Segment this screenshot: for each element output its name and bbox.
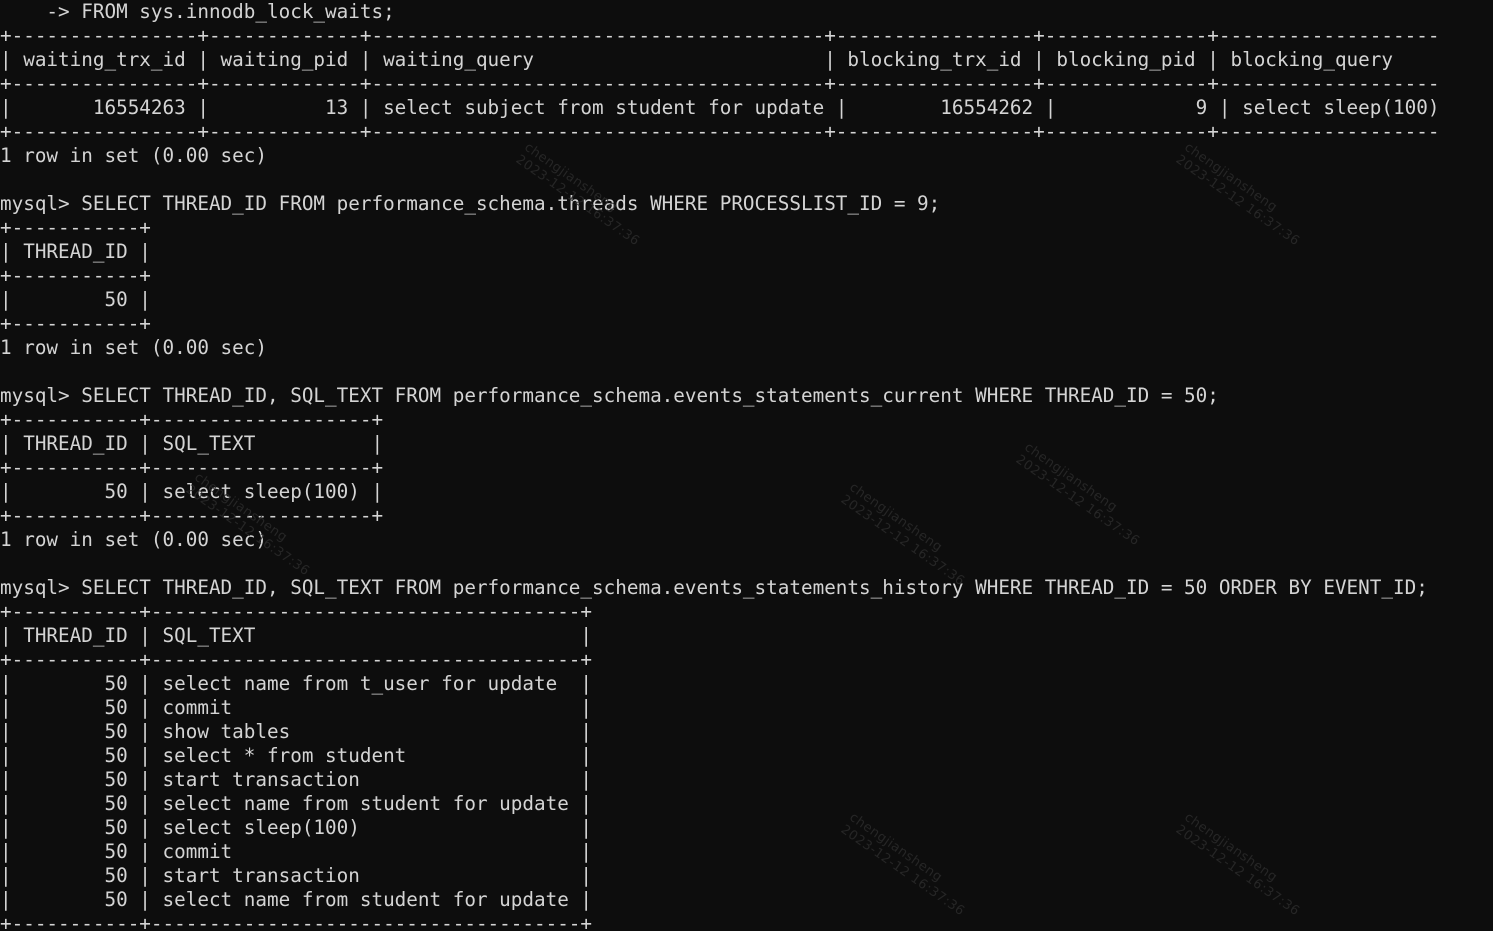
- terminal-line: +----------------+-------------+--------…: [0, 24, 1440, 47]
- terminal-line: | THREAD_ID |: [0, 240, 151, 263]
- terminal-output: -> FROM sys.innodb_lock_waits; +---------…: [0, 0, 1493, 931]
- terminal-line: | 50 | start transaction |: [0, 768, 593, 791]
- terminal-line: | 50 | commit |: [0, 840, 593, 863]
- terminal-line: 1 row in set (0.00 sec): [0, 336, 267, 359]
- terminal-line: +-----------+-------------------+: [0, 504, 384, 527]
- terminal-line: +-----------+: [0, 312, 151, 335]
- terminal-line: +-----------+---------------------------…: [0, 648, 593, 671]
- terminal-line: mysql> SELECT THREAD_ID, SQL_TEXT FROM p…: [0, 576, 1428, 599]
- terminal-line: | THREAD_ID | SQL_TEXT |: [0, 624, 593, 647]
- terminal-line: | 50 | select name from student for upda…: [0, 792, 593, 815]
- terminal-line: +-----------+: [0, 216, 151, 239]
- terminal-line: +-----------+: [0, 264, 151, 287]
- terminal-line: | 50 | select * from student |: [0, 744, 593, 767]
- terminal-line: | 50 |: [0, 288, 151, 311]
- terminal-line: | 50 | select name from student for upda…: [0, 888, 593, 911]
- terminal-line: | 50 | select sleep(100) |: [0, 480, 384, 503]
- terminal-line: +----------------+-------------+--------…: [0, 72, 1440, 95]
- terminal-line: | 16554263 | 13 | select subject from st…: [0, 96, 1452, 119]
- terminal-line: mysql> SELECT THREAD_ID, SQL_TEXT FROM p…: [0, 384, 1219, 407]
- terminal-line: | 50 | show tables |: [0, 720, 593, 743]
- terminal-line: | 50 | select sleep(100) |: [0, 816, 593, 839]
- terminal-line: | 50 | start transaction |: [0, 864, 593, 887]
- terminal-line: +-----------+---------------------------…: [0, 912, 593, 931]
- terminal-line: -> FROM sys.innodb_lock_waits;: [0, 0, 395, 23]
- terminal-line: | 50 | select name from t_user for updat…: [0, 672, 593, 695]
- terminal-line: | waiting_trx_id | waiting_pid | waiting…: [0, 48, 1440, 71]
- terminal-line: +-----------+-------------------+: [0, 408, 384, 431]
- terminal-line: | 50 | commit |: [0, 696, 593, 719]
- terminal-line: 1 row in set (0.00 sec): [0, 144, 267, 167]
- terminal-line: mysql> SELECT THREAD_ID FROM performance…: [0, 192, 941, 215]
- terminal-line: +-----------+-------------------+: [0, 456, 384, 479]
- terminal-line: | THREAD_ID | SQL_TEXT |: [0, 432, 384, 455]
- terminal-line: 1 row in set (0.00 sec): [0, 528, 267, 551]
- terminal-line: +-----------+---------------------------…: [0, 600, 593, 623]
- terminal-line: +----------------+-------------+--------…: [0, 120, 1440, 143]
